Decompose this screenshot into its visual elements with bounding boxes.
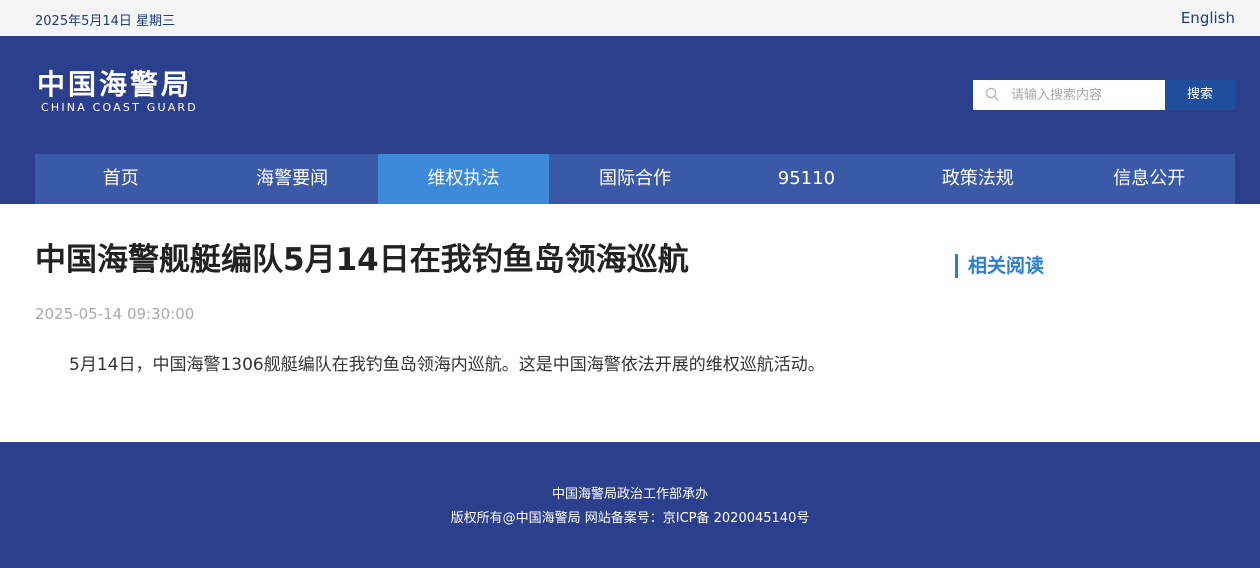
search-box: [973, 80, 1165, 110]
nav-item-policy[interactable]: 政策法规: [892, 154, 1063, 204]
site-logo[interactable]: 中国海警局 CHINA COAST GUARD: [37, 69, 198, 115]
search-icon: [985, 87, 999, 101]
nav-item-international[interactable]: 国际合作: [549, 154, 720, 204]
nav-item-home[interactable]: 首页: [35, 154, 206, 204]
nav-item-law-enforcement[interactable]: 维权执法: [377, 154, 550, 204]
search-input[interactable]: [1011, 80, 1161, 110]
footer-copyright: 版权所有@中国海警局 网站备案号：京ICP备 2020045140号: [450, 511, 810, 526]
top-utility-bar: 2025年5月14日 星期三 English: [0, 0, 1260, 36]
english-link[interactable]: English: [1181, 9, 1235, 27]
related-reading-heading: 相关阅读: [955, 254, 1044, 278]
nav-item-hotline[interactable]: 95110: [721, 154, 892, 204]
search-button[interactable]: 搜索: [1165, 80, 1235, 110]
site-footer: 中国海警局政治工作部承办 版权所有@中国海警局 网站备案号：京ICP备 2020…: [0, 442, 1260, 568]
current-date: 2025年5月14日 星期三: [35, 14, 176, 29]
footer-organizer: 中国海警局政治工作部承办: [551, 487, 708, 502]
logo-chinese-name: 中国海警局: [37, 68, 193, 101]
article-body: 5月14日，中国海警1306舰艇编队在我钓鱼岛领海内巡航。这是中国海警依法开展的…: [69, 355, 825, 375]
nav-item-disclosure[interactable]: 信息公开: [1064, 154, 1235, 204]
search-bar: 搜索: [973, 80, 1235, 110]
article-timestamp: 2025-05-14 09:30:00: [35, 305, 195, 323]
main-nav: 首页 海警要闻 维权执法 国际合作 95110 政策法规 信息公开: [35, 154, 1235, 204]
nav-item-news[interactable]: 海警要闻: [206, 154, 377, 204]
article-title: 中国海警舰艇编队5月14日在我钓鱼岛领海巡航: [35, 242, 689, 278]
logo-english-name: CHINA COAST GUARD: [41, 101, 198, 114]
site-header: 中国海警局 CHINA COAST GUARD 搜索 首页 海警要闻 维权执法 …: [0, 36, 1260, 204]
